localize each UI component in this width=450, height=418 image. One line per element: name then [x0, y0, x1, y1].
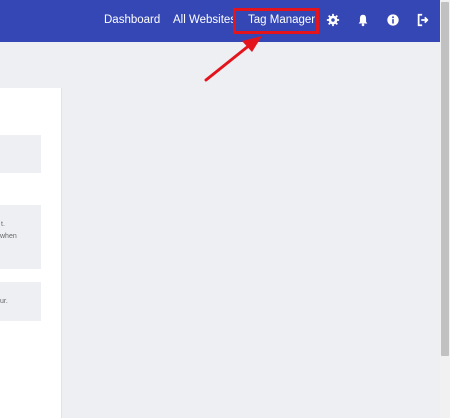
bell-icon[interactable]	[356, 13, 370, 27]
gear-icon[interactable]	[326, 13, 340, 27]
annotation-arrow	[204, 36, 262, 82]
sign-out-icon[interactable]	[416, 13, 430, 27]
panel-block-3: ur.	[0, 282, 41, 321]
panel-block-2: t. when	[0, 205, 41, 269]
content-panel: t. when ur.	[0, 88, 62, 418]
info-icon[interactable]	[386, 13, 400, 27]
panel-text-fragment: when	[0, 233, 17, 240]
scrollbar-thumb[interactable]	[441, 2, 449, 356]
nav-dashboard[interactable]: Dashboard	[104, 14, 160, 26]
nav-all-websites[interactable]: All Websites	[173, 14, 236, 26]
nav-tag-manager[interactable]: Tag Manager	[248, 14, 315, 26]
panel-text-fragment: ur.	[0, 298, 8, 305]
panel-text-fragment: t.	[1, 221, 5, 228]
panel-block-1	[0, 135, 41, 173]
vertical-scrollbar[interactable]	[440, 0, 450, 418]
